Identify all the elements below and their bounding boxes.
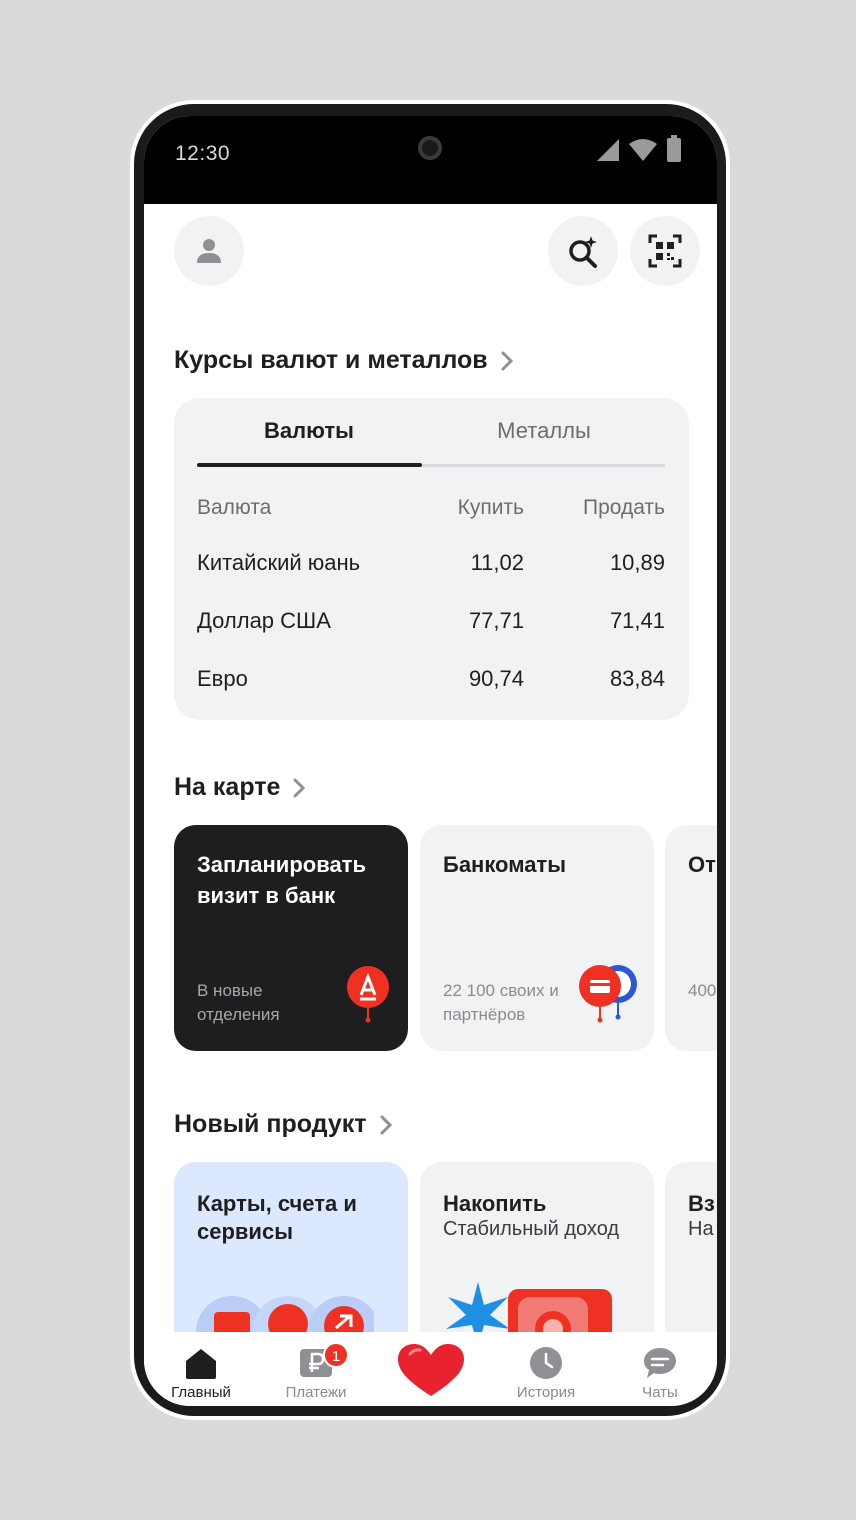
tab-payments[interactable]: Платежи 1 [259, 1332, 373, 1401]
tab-label: Главный [171, 1384, 231, 1401]
qr-scan-button[interactable] [630, 216, 700, 286]
map-card-atms[interactable]: Банкоматы 22 100 своих и партнёров [420, 825, 654, 1051]
header-currency: Валюта [197, 496, 272, 519]
history-icon [530, 1347, 562, 1379]
profile-button[interactable] [174, 216, 244, 286]
rate-row-sell: 71,41 [609, 608, 665, 633]
product-card-subtitle: Стабильный доход [443, 1218, 620, 1240]
products-title-text: Новый продукт [174, 1110, 367, 1138]
product-card-title: Накопить [443, 1191, 547, 1216]
user-icon [197, 239, 221, 263]
header-sell: Продать [582, 496, 665, 519]
map-card-third[interactable]: От 400 Рос [665, 825, 717, 1051]
product-card-subtitle: На [688, 1218, 714, 1240]
map-card-subtitle: 400 Рос [688, 981, 717, 1000]
rate-row-buy: 11,02 [470, 550, 524, 575]
tab-currencies[interactable]: Валюты [197, 418, 421, 444]
screen: 12:30 Курсы валют и металлов Валюты Мета… [144, 116, 717, 1406]
qr-scan-icon [648, 234, 682, 268]
alfa-map-pin-icon [347, 966, 389, 1023]
heart-icon [398, 1344, 464, 1396]
map-card-subtitle: 22 100 своих и партнёров [443, 981, 559, 1024]
signal-icon [597, 139, 619, 161]
smart-search-icon [569, 236, 597, 268]
tab-favorites[interactable] [374, 1332, 488, 1398]
battery-icon [667, 135, 681, 162]
map-card-title: Банкоматы [443, 852, 566, 877]
tab-metals[interactable]: Металлы [432, 418, 656, 444]
tab-history[interactable]: История [489, 1332, 603, 1401]
map-card-title: От [688, 852, 716, 877]
product-card-title: Карты, счета и сервисы [197, 1191, 357, 1244]
tab-label: История [516, 1384, 576, 1401]
bottom-tab-bar: Главный Платежи 1 История Чаты [144, 1332, 717, 1406]
rate-row-buy: 77,71 [468, 608, 524, 633]
chevron-right-icon [293, 778, 306, 797]
tab-active-indicator [197, 463, 422, 467]
map-section-title[interactable]: На карте [174, 773, 306, 802]
status-time: 12:30 [175, 142, 231, 165]
header-buy: Купить [457, 496, 524, 519]
rate-row-currency: Евро [197, 666, 248, 691]
rate-row-currency: Доллар США [197, 608, 331, 633]
tab-home[interactable]: Главный [144, 1332, 258, 1401]
products-section-title[interactable]: Новый продукт [174, 1110, 393, 1139]
rate-row-sell: 83,84 [609, 666, 665, 691]
rate-row-buy: 90,74 [468, 666, 524, 691]
tab-label: Чаты [642, 1384, 678, 1401]
map-title-text: На карте [174, 773, 281, 801]
map-card-visit[interactable]: Запланировать визит в банк В новые отдел… [174, 825, 408, 1051]
tab-chats[interactable]: Чаты [603, 1332, 717, 1401]
status-icons [597, 135, 681, 162]
status-bar: 12:30 [144, 116, 717, 204]
notification-badge: 1 [323, 1342, 349, 1368]
rate-row-sell: 10,89 [609, 550, 665, 575]
smart-search-button[interactable] [548, 216, 618, 286]
atm-map-pin-icon [579, 965, 637, 1023]
rate-row-currency: Китайский юань [197, 550, 361, 575]
chat-icon [644, 1348, 676, 1378]
rates-card: Валюты Металлы Валюта Купить Продать Кит… [174, 398, 689, 720]
rates-section-title[interactable]: Курсы валют и металлов [174, 346, 514, 375]
chevron-right-icon [501, 351, 513, 370]
tab-label: Платежи [285, 1384, 347, 1401]
map-card-subtitle: В новые отделения [197, 981, 280, 1024]
rates-title-text: Курсы валют и металлов [174, 346, 488, 374]
map-card-title: Запланировать визит в банк [197, 852, 366, 908]
product-card-title: Вз [688, 1191, 715, 1216]
chevron-right-icon [380, 1115, 392, 1134]
home-icon [186, 1349, 216, 1379]
front-camera [418, 136, 442, 160]
wifi-icon [629, 139, 657, 161]
